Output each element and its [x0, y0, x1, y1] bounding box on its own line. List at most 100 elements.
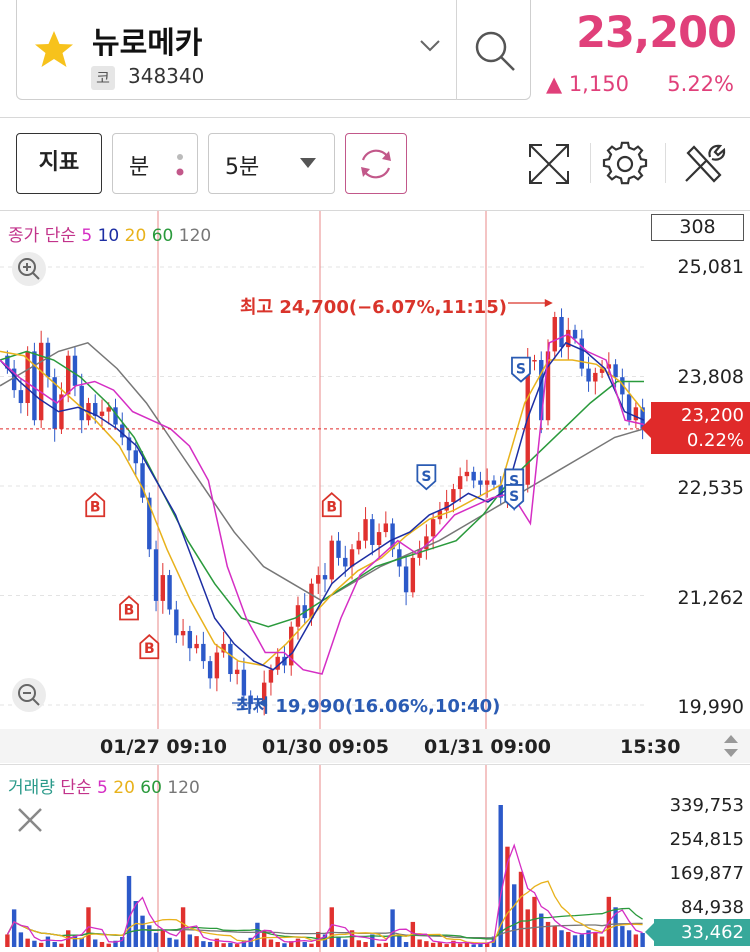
volume-bar [106, 943, 111, 947]
volume-bar [559, 930, 564, 947]
candle [99, 411, 105, 416]
volume-bar [424, 941, 429, 947]
y-tick-label: 25,081 [677, 256, 744, 278]
caret-down-icon [300, 158, 316, 168]
volume-bar [38, 942, 44, 947]
legend-vma-120: 120 [167, 778, 200, 798]
high-annotation: 최고 24,700(−6.07%,11:15) [240, 297, 507, 318]
current-volume-tag: 33,462 [645, 919, 750, 946]
volume-legend: 거래량 단순 5 20 60 120 [8, 773, 200, 798]
candle [532, 360, 537, 362]
y-tick-label: 22,535 [677, 477, 744, 499]
candle [363, 519, 368, 541]
volume-bar [234, 944, 240, 947]
volume-bar [180, 907, 186, 947]
buy-marker-label: B [124, 603, 135, 619]
candle [174, 609, 179, 636]
volume-bar [5, 934, 10, 947]
buy-marker-label: B [326, 499, 337, 515]
interval-dropdown[interactable]: 5분 [208, 133, 335, 194]
volume-bar [11, 909, 17, 947]
volume-bar [59, 943, 64, 947]
indicator-button[interactable]: 지표 [16, 133, 102, 194]
volume-bar [390, 909, 395, 947]
volume-bar [599, 936, 605, 947]
y-tick-label: 19,990 [677, 696, 744, 718]
candle [153, 549, 159, 601]
price-chart[interactable]: BBBBS SSS [0, 211, 750, 729]
legend-ma-5: 5 [81, 226, 93, 246]
candle [430, 519, 436, 537]
unit-label: 분 [129, 155, 150, 180]
volume-bar [99, 941, 105, 947]
x-tick-label: 01/30 09:05 [262, 736, 389, 758]
code-badge: 코 [91, 66, 115, 90]
stock-name: 뉴로메카 [92, 26, 203, 61]
top-badge: 308 [651, 214, 744, 241]
x-tick-label: 01/31 09:00 [424, 736, 551, 758]
fullscreen-icon[interactable] [526, 141, 572, 187]
candle [410, 557, 416, 593]
price-legend: 종가 단순 5 10 20 60 120 [8, 221, 211, 246]
legend-ma-10: 10 [97, 226, 120, 246]
volume-bar [518, 871, 524, 947]
star-icon[interactable] [32, 28, 76, 72]
candle [451, 489, 456, 502]
candle [72, 355, 78, 386]
volume-bar [126, 875, 132, 947]
y-tick-label: 23,808 [677, 366, 744, 388]
zoom-out-icon [18, 684, 40, 706]
candle [38, 342, 44, 421]
candle [403, 566, 409, 593]
search-separator [456, 0, 457, 100]
volume-bar [356, 940, 361, 947]
candle [626, 394, 632, 421]
volume-bar [633, 934, 639, 947]
zoom-out-button[interactable] [12, 678, 46, 712]
volume-bar [228, 942, 233, 947]
candle [322, 575, 328, 580]
unit-selector[interactable]: 분 [112, 133, 198, 194]
volume-bar [140, 915, 145, 947]
volume-tick-label: 254,815 [669, 829, 744, 850]
volume-bar [207, 941, 213, 947]
candle [309, 583, 314, 619]
legend-vma-20: 20 [113, 778, 135, 798]
buy-signal-marker: B [85, 492, 106, 518]
candle [194, 643, 199, 649]
axis-scale-icon[interactable] [722, 733, 740, 759]
volume-bar [187, 934, 193, 947]
refresh-button[interactable] [345, 133, 407, 194]
volume-bar [174, 939, 179, 947]
volume-bar [25, 938, 30, 947]
candle [234, 669, 240, 675]
current-price: 23,200 [576, 8, 737, 58]
volume-bar [464, 942, 470, 947]
search-icon[interactable] [472, 28, 518, 74]
chevron-down-icon[interactable] [418, 38, 442, 54]
candle [214, 652, 220, 679]
volume-bar [444, 944, 449, 947]
volume-bar [309, 943, 314, 947]
tools-icon[interactable] [680, 141, 726, 187]
candle [343, 557, 348, 567]
candle [160, 575, 166, 601]
candle [336, 540, 341, 558]
close-icon[interactable] [16, 806, 44, 834]
volume-bar [620, 926, 625, 947]
legend-price-type: 종가 [8, 226, 40, 246]
zoom-in-button[interactable] [12, 252, 46, 286]
legend-volume: 거래량 [8, 778, 55, 798]
candle [572, 329, 578, 339]
volume-bar [295, 938, 301, 947]
volume-bar [93, 939, 98, 947]
gear-icon[interactable] [602, 141, 648, 187]
volume-bar [376, 943, 382, 947]
volume-tick-label: 169,877 [669, 863, 744, 884]
volume-tick-label: 84,938 [681, 897, 744, 918]
legend-ma-type: 단순 [60, 778, 92, 798]
candle [633, 407, 639, 421]
legend-ma-60: 60 [151, 226, 174, 246]
volume-bar [282, 943, 287, 947]
divider [0, 117, 750, 118]
